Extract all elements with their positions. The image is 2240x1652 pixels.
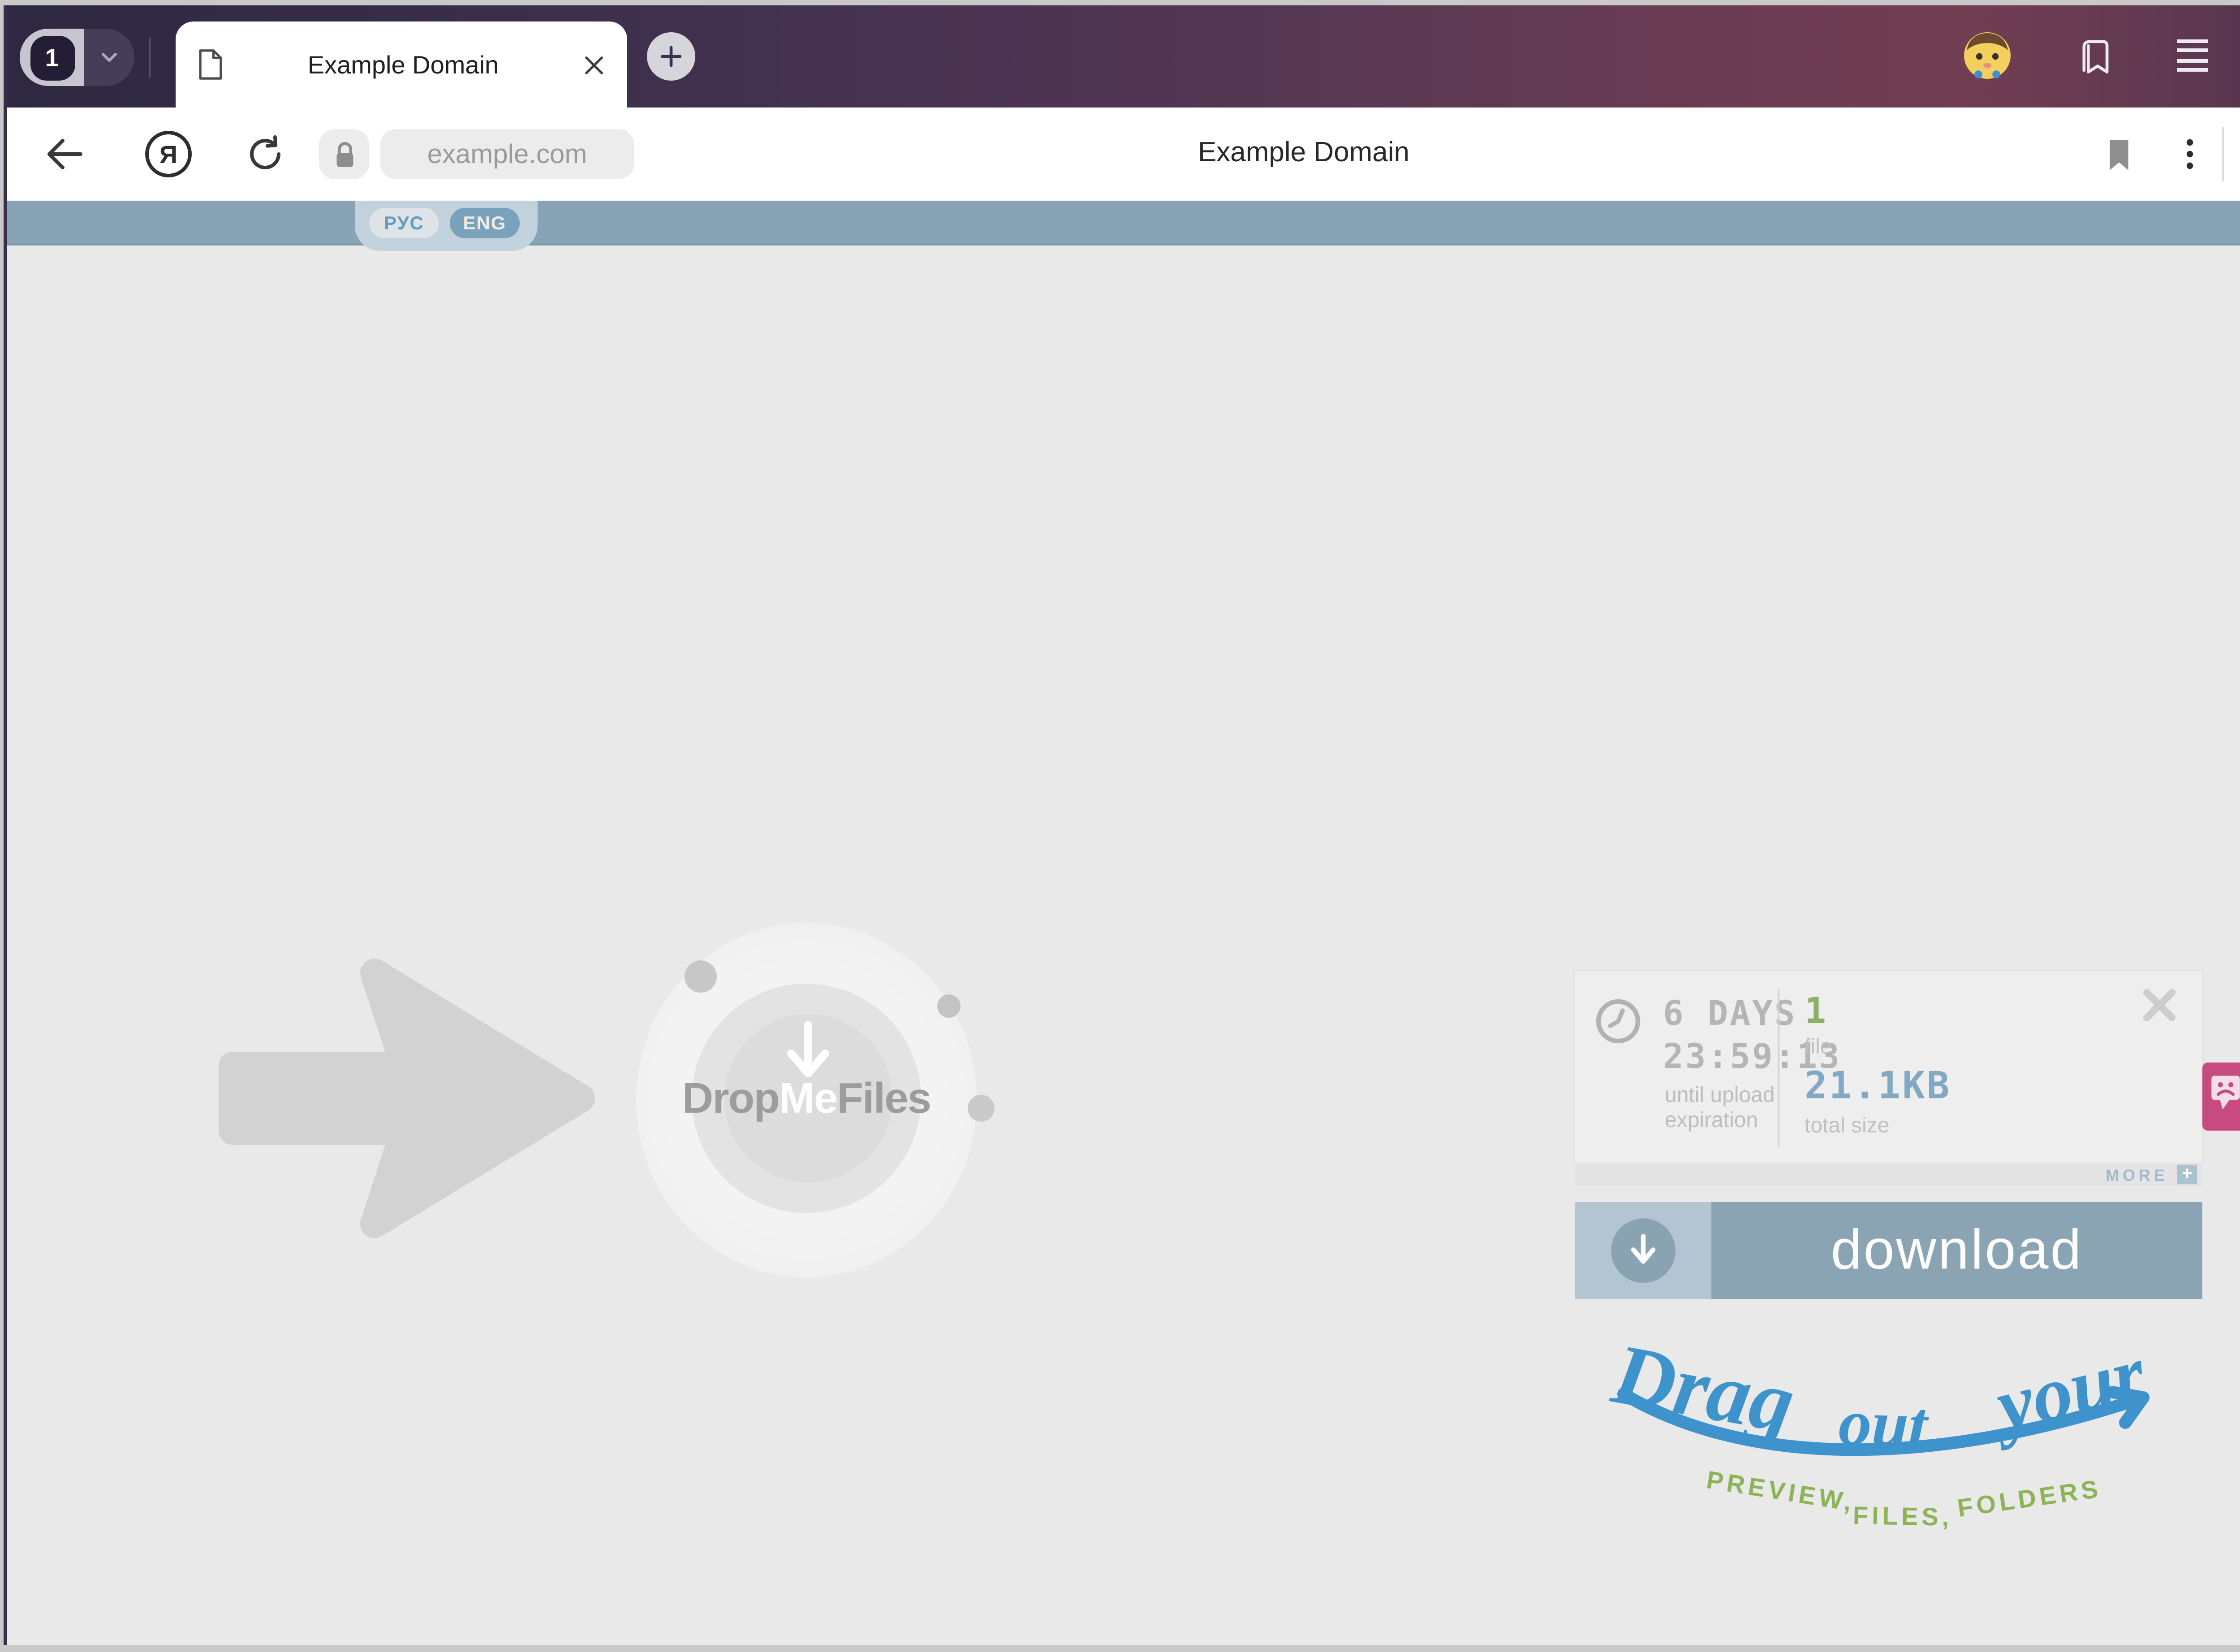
upload-info-panel: 6 DAYS 23:59:13 until upload expiration … [1575, 971, 2202, 1163]
chevron-down-icon [97, 45, 122, 70]
collections-button[interactable] [2068, 29, 2122, 82]
lang-eng-button[interactable]: ENG [450, 208, 520, 238]
back-button[interactable] [39, 129, 90, 179]
language-switcher: РУС ENG [355, 201, 538, 251]
sad-face-icon [2208, 1071, 2240, 1114]
tab-counter-button[interactable]: 1 [20, 29, 134, 86]
total-size: 21.1KB [1805, 1064, 1951, 1107]
download-circle-icon [1611, 1218, 1676, 1283]
tab-close-icon[interactable] [582, 53, 606, 76]
browser-window: 1 Example Domain [0, 0, 2240, 1652]
titlebar-divider [149, 38, 151, 77]
kebab-menu-icon [2174, 136, 2206, 172]
more-label: MORE [2106, 1166, 2168, 1183]
download-button-label: download [1711, 1202, 2202, 1299]
page-icon [197, 48, 224, 81]
panel-close-icon[interactable] [2141, 987, 2177, 1023]
clock-icon [1595, 998, 1641, 1045]
total-size-label: total size [1805, 1113, 1889, 1138]
refresh-button[interactable] [240, 129, 290, 179]
new-tab-button[interactable] [647, 32, 695, 81]
url-text: example.com [427, 139, 587, 169]
down-arrow-icon [1627, 1233, 1659, 1269]
toolbar-divider [2222, 127, 2224, 181]
page-content: РУС ENG DropMeFiles [7, 201, 2240, 1645]
expiry-days: 6 DAYS [1663, 994, 1797, 1034]
back-arrow-icon [43, 133, 86, 176]
tab-example-domain[interactable]: Example Domain [176, 22, 627, 108]
drag-hint-arrow [1613, 1369, 2179, 1491]
logo-wordmark: DropMeFiles [636, 1075, 977, 1125]
drag-hint-sub: FILES, [1852, 1501, 1952, 1531]
lock-icon [331, 139, 358, 169]
more-plus-icon[interactable]: + [2177, 1165, 2197, 1184]
site-header-bar [7, 201, 2240, 245]
file-count-label: file [1805, 1034, 1832, 1059]
more-bar[interactable]: MORE + [1575, 1163, 2202, 1186]
bookmark-icon [2105, 137, 2132, 171]
more-menu-button[interactable] [2165, 129, 2215, 179]
tab-list-dropdown[interactable] [84, 29, 134, 86]
page-title: Example Domain [1198, 108, 1409, 201]
tab-counter-segment: 1 [20, 29, 84, 86]
avatar[interactable] [1960, 29, 2014, 82]
window-frame: 1 Example Domain [4, 5, 2240, 1645]
logo-dot [685, 960, 717, 993]
bookmark-button[interactable] [2093, 129, 2143, 179]
refresh-icon [244, 133, 287, 176]
menu-icon[interactable] [2165, 29, 2218, 82]
collections-bookmark-icon [2075, 34, 2115, 77]
tab-count-badge: 1 [30, 35, 74, 80]
logo-download-arrow-icon [783, 1021, 833, 1082]
toolbar: Я example.com Example Domain [7, 108, 2240, 201]
file-count: 1 [1805, 989, 1828, 1032]
drop-arrow-graphic [215, 930, 599, 1267]
address-bar[interactable]: example.com [380, 129, 634, 179]
yandex-logo-icon: Я [145, 131, 192, 177]
site-security-button[interactable] [319, 129, 369, 179]
expiry-caption: until upload expiration [1665, 1082, 1775, 1132]
tab-title: Example Domain [224, 50, 582, 79]
logo-dot [937, 994, 961, 1018]
feedback-tab[interactable] [2202, 1063, 2240, 1131]
download-button-icon-area [1575, 1202, 1711, 1299]
plus-icon [658, 43, 685, 70]
lang-rus-button[interactable]: РУС [369, 208, 439, 238]
avatar-face-icon [1962, 30, 2012, 81]
titlebar: 1 Example Domain [7, 5, 2240, 108]
download-button[interactable]: download [1575, 1202, 2202, 1299]
yandex-services-button[interactable]: Я [143, 129, 194, 179]
panel-divider [1778, 989, 1779, 1147]
